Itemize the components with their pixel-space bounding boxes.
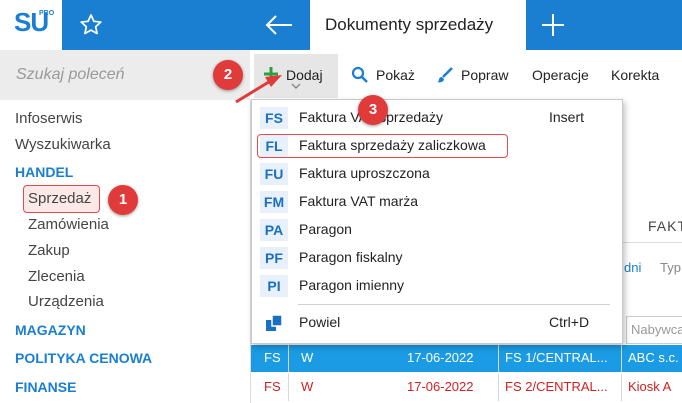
- menu-item-code: PF: [260, 247, 288, 269]
- menu-item-label: Paragon imienny: [299, 277, 405, 293]
- menu-item-label: Powiel: [299, 314, 341, 330]
- cell-buyer: Kiosk A: [628, 379, 672, 394]
- menu-item-label: Faktura uproszczona: [299, 165, 430, 181]
- menu-item-pi[interactable]: PI Paragon imienny: [252, 273, 622, 299]
- annotation-step-1: 1: [108, 185, 138, 215]
- tab-title: Dokumenty sprzedaży: [325, 15, 494, 34]
- menu-item-pf[interactable]: PF Paragon fiskalny: [252, 245, 622, 271]
- duplicate-icon: [266, 314, 283, 331]
- cell-type: FS: [264, 379, 281, 394]
- menu-item-fs[interactable]: FS Faktura VAT sprzedaży Insert: [252, 105, 622, 131]
- annotation-highlight-fl: [257, 134, 508, 158]
- column-divider: [288, 374, 289, 401]
- edit-button[interactable]: Popraw: [461, 67, 508, 83]
- tab-faktury[interactable]: FAKT: [648, 218, 682, 234]
- cell-date: 17-06-2022: [407, 379, 474, 394]
- back-arrow-icon[interactable]: [264, 13, 294, 37]
- sidebar-item-zakup[interactable]: Zakup: [28, 242, 70, 259]
- column-divider: [498, 345, 499, 372]
- menu-item-code: FM: [260, 191, 288, 213]
- sidebar: Infoserwis Wyszukiwarka HANDEL Sprzedaż …: [0, 100, 251, 403]
- menu-item-code: PI: [260, 275, 288, 297]
- sidebar-item-wyszukiwarka[interactable]: Wyszukiwarka: [15, 136, 111, 153]
- star-icon[interactable]: [78, 12, 104, 38]
- menu-item-powiel[interactable]: Powiel Ctrl+D: [252, 310, 622, 336]
- sidebar-item-zlecenia[interactable]: Zlecenia: [28, 268, 85, 285]
- app-logo[interactable]: SU PRO: [0, 0, 62, 50]
- cell-number: FS 1/CENTRAL...: [505, 350, 608, 365]
- add-dropdown-menu: FS Faktura VAT sprzedaży Insert FL Faktu…: [251, 99, 623, 344]
- buyer-filter-input[interactable]: Nabywca: [626, 316, 682, 344]
- column-divider: [288, 345, 289, 372]
- plus-icon[interactable]: [540, 12, 566, 38]
- column-divider: [498, 374, 499, 401]
- sidebar-item-urzadzenia[interactable]: Urządzenia: [28, 293, 104, 310]
- annotation-step-3: 3: [358, 95, 388, 125]
- sidebar-item-sprzedaz[interactable]: Sprzedaż: [28, 190, 91, 207]
- buyer-filter-placeholder: Nabywca: [631, 322, 682, 337]
- logo-superscript: PRO: [39, 10, 55, 17]
- brush-icon: [437, 67, 453, 83]
- cell-date: 17-06-2022: [407, 350, 474, 365]
- tab-dokumenty-sprzedazy[interactable]: Dokumenty sprzedaży: [310, 0, 526, 50]
- cell-status: W: [301, 379, 314, 394]
- annotation-step-2: 2: [213, 60, 243, 90]
- sidebar-section-magazyn[interactable]: MAGAZYN: [15, 322, 86, 338]
- menu-item-code: FS: [260, 107, 288, 129]
- column-divider: [621, 345, 622, 372]
- table-row[interactable]: FS W 17-06-2022 FS 1/CENTRAL... ABC s.c.: [251, 345, 682, 372]
- filter-type[interactable]: Typ: [660, 260, 681, 275]
- correction-button[interactable]: Korekta: [611, 67, 659, 83]
- cell-status: W: [301, 350, 314, 365]
- menu-item-label: Paragon: [299, 221, 352, 237]
- sidebar-section-finanse[interactable]: FINANSE: [15, 379, 76, 395]
- sidebar-section-polityka-cenowa[interactable]: POLITYKA CENOWA: [15, 350, 152, 366]
- toolbar: Dodaj Pokaż Popraw Operacje Korekta: [250, 50, 682, 100]
- search-input[interactable]: Szukaj poleceń: [16, 66, 125, 84]
- menu-item-label: Paragon fiskalny: [299, 249, 403, 265]
- cell-number: FS 2/CENTRAL...: [505, 379, 608, 394]
- menu-divider: [298, 304, 610, 305]
- menu-item-code: FU: [260, 163, 288, 185]
- menu-item-shortcut: Insert: [549, 109, 585, 125]
- menu-item-pa[interactable]: PA Paragon: [252, 217, 622, 243]
- operations-button[interactable]: Operacje: [532, 67, 589, 83]
- table-row[interactable]: FS W 17-06-2022 FS 2/CENTRAL... Kiosk A: [251, 374, 682, 401]
- tab-divider: [621, 242, 682, 243]
- menu-item-fm[interactable]: FM Faktura VAT marża: [252, 189, 622, 215]
- column-divider: [621, 374, 622, 401]
- menu-item-code: PA: [260, 219, 288, 241]
- search-icon: [351, 66, 368, 83]
- menu-item-shortcut: Ctrl+D: [549, 314, 590, 330]
- filter-days[interactable]: dni: [624, 260, 641, 275]
- sidebar-item-infoserwis[interactable]: Infoserwis: [15, 110, 83, 127]
- cell-type: FS: [264, 350, 281, 365]
- menu-item-label: Faktura VAT marża: [299, 193, 419, 209]
- sidebar-section-handel[interactable]: HANDEL: [15, 164, 73, 180]
- cell-buyer: ABC s.c.: [628, 350, 679, 365]
- sidebar-item-zamowienia[interactable]: Zamówienia: [28, 216, 109, 233]
- show-button[interactable]: Pokaż: [376, 67, 415, 83]
- menu-item-fu[interactable]: FU Faktura uproszczona: [252, 161, 622, 187]
